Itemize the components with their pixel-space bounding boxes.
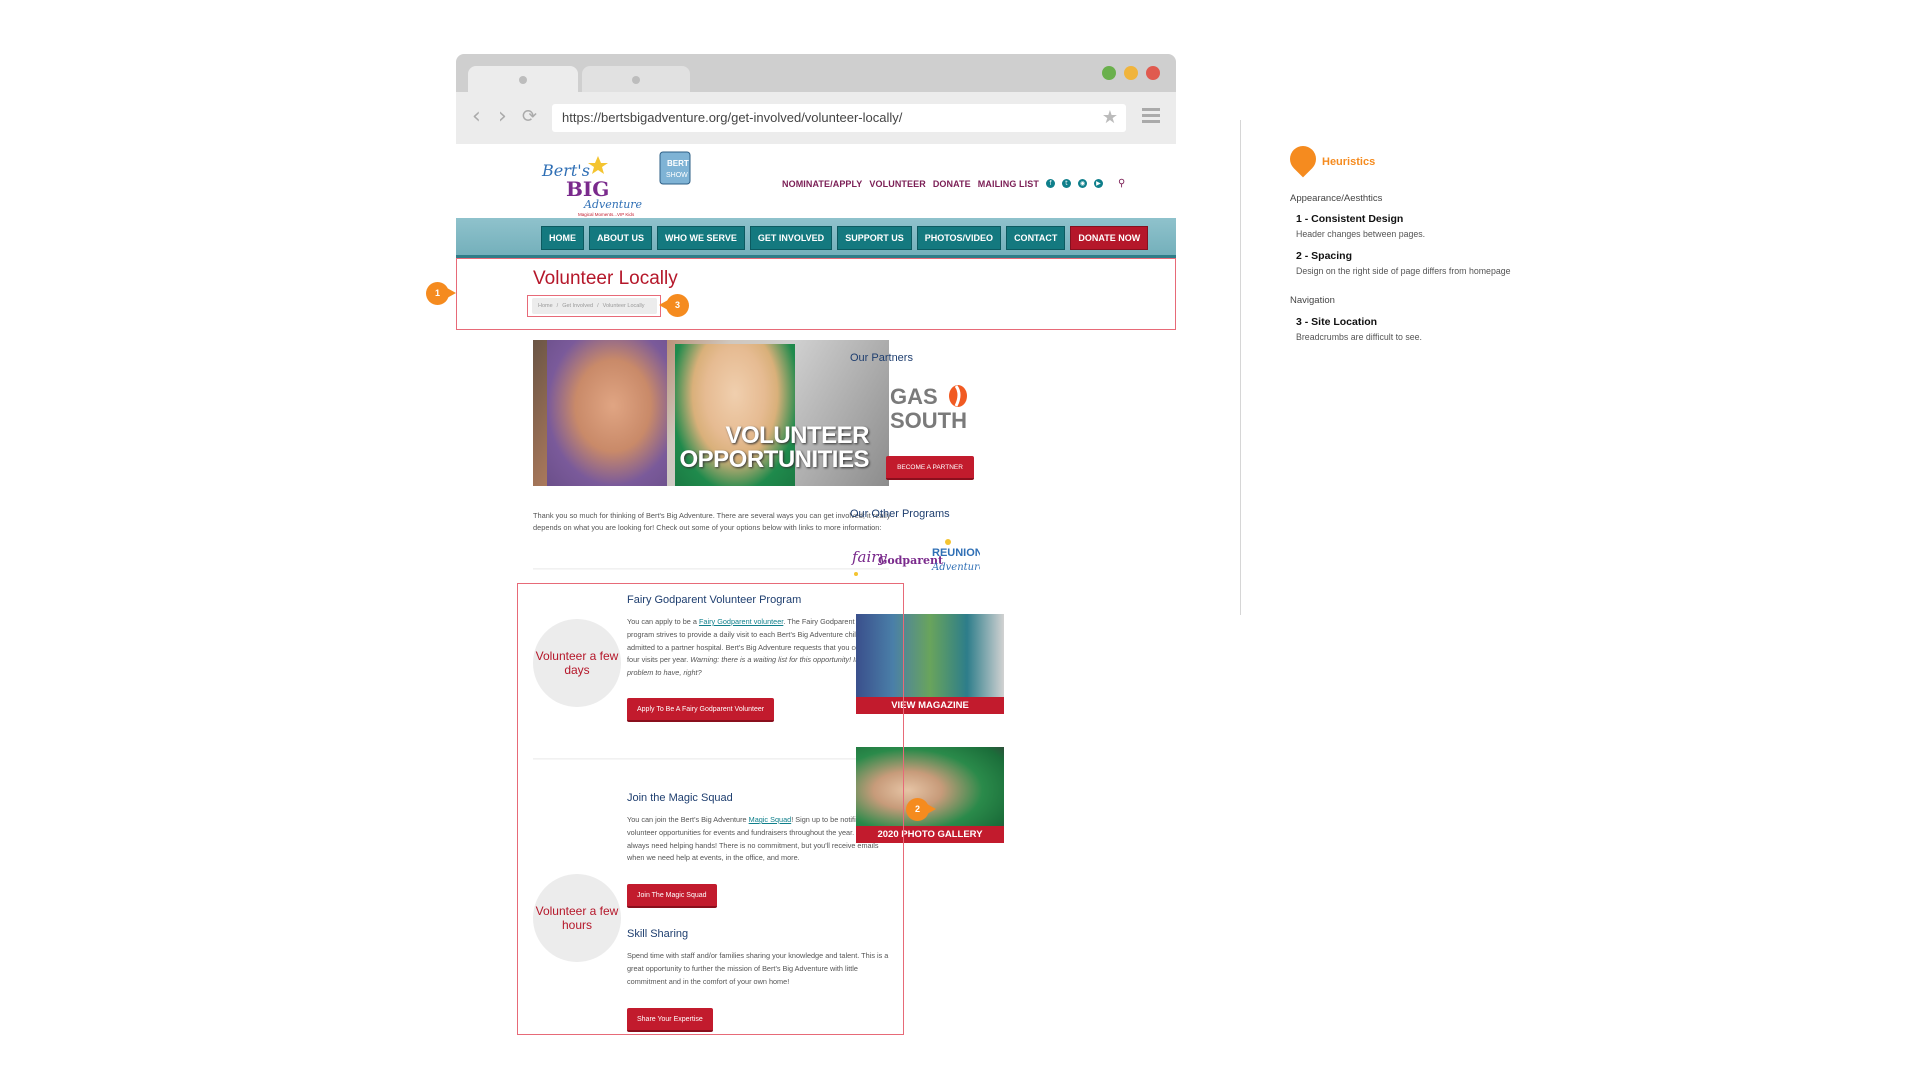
- nav-who-we-serve[interactable]: WHO WE SERVE: [657, 226, 745, 250]
- back-icon[interactable]: ‹: [472, 104, 481, 129]
- nav-support-us[interactable]: SUPPORT US: [837, 226, 912, 250]
- heuristic-3-title: 3 - Site Location: [1296, 316, 1378, 328]
- annotation-marker-2: 2: [906, 798, 936, 821]
- svg-text:Magical Moments...VIP Kids: Magical Moments...VIP Kids: [578, 212, 635, 217]
- hero-image: VOLUNTEER OPPORTUNITIES: [533, 340, 889, 486]
- window-maximize-button[interactable]: [1102, 66, 1116, 80]
- heuristic-2-title: 2 - Spacing: [1296, 250, 1353, 262]
- reload-icon[interactable]: ⟳: [522, 106, 537, 127]
- forward-icon[interactable]: ›: [498, 104, 507, 129]
- browser-tab-active[interactable]: [468, 66, 578, 92]
- browser-toolbar: ‹ › ⟳ https://bertsbigadventure.org/get-…: [456, 92, 1176, 144]
- nav-home[interactable]: HOME: [541, 226, 584, 250]
- site-logo[interactable]: Bert's BIG Adventure Magical Moments...V…: [536, 150, 696, 218]
- search-icon[interactable]: ⚲: [1118, 178, 1125, 189]
- nav-photos-video[interactable]: PHOTOS/VIDEO: [916, 226, 1002, 250]
- annotation-marker-1: 1: [426, 282, 456, 305]
- other-programs-title: Our Other Programs: [850, 508, 950, 520]
- annotation-marker-3: 3: [659, 294, 689, 317]
- panel-divider: [1240, 120, 1241, 615]
- divider: [533, 568, 889, 570]
- topnav-volunteer[interactable]: VOLUNTEER: [869, 179, 925, 189]
- heuristic-1-title: 1 - Consistent Design: [1296, 213, 1404, 225]
- heuristics-title: Heuristics: [1322, 156, 1376, 168]
- svg-text:SOUTH: SOUTH: [890, 408, 967, 432]
- highlight-spacing-region: [517, 583, 904, 1035]
- hero-photo-man: [547, 340, 667, 486]
- heuristics-category-appearance: Appearance/Aesthtics: [1290, 193, 1383, 204]
- nav-donate-now[interactable]: DONATE NOW: [1070, 226, 1149, 250]
- heuristics-category-navigation: Navigation: [1290, 295, 1335, 306]
- svg-text:Adventure: Adventure: [583, 198, 643, 211]
- browser-window: ‹ › ⟳ https://bertsbigadventure.org/get-…: [456, 54, 1176, 144]
- topnav-mailing-list[interactable]: MAILING LIST: [978, 179, 1039, 189]
- highlight-header-region: [456, 258, 1176, 330]
- partners-title: Our Partners: [850, 352, 913, 364]
- topnav-nominate[interactable]: NOMINATE/APPLY: [782, 179, 862, 189]
- facebook-icon[interactable]: f: [1045, 179, 1055, 188]
- address-bar[interactable]: https://bertsbigadventure.org/get-involv…: [552, 104, 1126, 132]
- hero-text-line2: OPPORTUNITIES: [679, 446, 869, 473]
- url-text: https://bertsbigadventure.org/get-involv…: [562, 110, 903, 125]
- svg-text:REUNION: REUNION: [932, 547, 980, 559]
- location-pin-icon: [1284, 140, 1322, 178]
- window-minimize-button[interactable]: [1124, 66, 1138, 80]
- window-close-button[interactable]: [1146, 66, 1160, 80]
- tab-favicon-icon: [519, 76, 527, 84]
- svg-text:Adventures: Adventures: [931, 562, 980, 573]
- nav-get-involved[interactable]: GET INVOLVED: [749, 226, 833, 250]
- bookmark-star-icon[interactable]: ★: [1102, 107, 1118, 128]
- heuristic-2-desc: Design on the right side of page differs…: [1296, 266, 1511, 276]
- twitter-icon[interactable]: t: [1061, 179, 1071, 188]
- svg-text:SHOW: SHOW: [666, 172, 688, 179]
- main-navigation: HOME ABOUT US WHO WE SERVE GET INVOLVED …: [456, 218, 1176, 258]
- tab-favicon-icon: [632, 76, 640, 84]
- svg-text:BERT: BERT: [667, 159, 689, 168]
- nav-about-us[interactable]: ABOUT US: [589, 226, 652, 250]
- instagram-icon[interactable]: ◉: [1077, 179, 1087, 188]
- become-partner-button[interactable]: BECOME A PARTNER: [886, 456, 974, 480]
- youtube-icon[interactable]: ▶: [1093, 179, 1103, 188]
- nav-contact[interactable]: CONTACT: [1006, 226, 1066, 250]
- intro-paragraph: Thank you so much for thinking of Bert's…: [533, 511, 891, 532]
- topnav-donate[interactable]: DONATE: [933, 179, 971, 189]
- svg-text:GAS: GAS: [890, 384, 938, 409]
- browser-menu-icon[interactable]: [1142, 108, 1160, 126]
- highlight-breadcrumb-region: [527, 295, 661, 317]
- other-programs-logos[interactable]: fairy Godparent REUNION Adventures: [850, 534, 980, 580]
- heuristic-3-desc: Breadcrumbs are difficult to see.: [1296, 332, 1422, 342]
- browser-tab[interactable]: [582, 66, 690, 92]
- top-navigation: NOMINATE/APPLY VOLUNTEER DONATE MAILING …: [782, 178, 1125, 189]
- heuristic-1-desc: Header changes between pages.: [1296, 229, 1426, 239]
- gas-south-logo[interactable]: GAS SOUTH: [888, 382, 978, 432]
